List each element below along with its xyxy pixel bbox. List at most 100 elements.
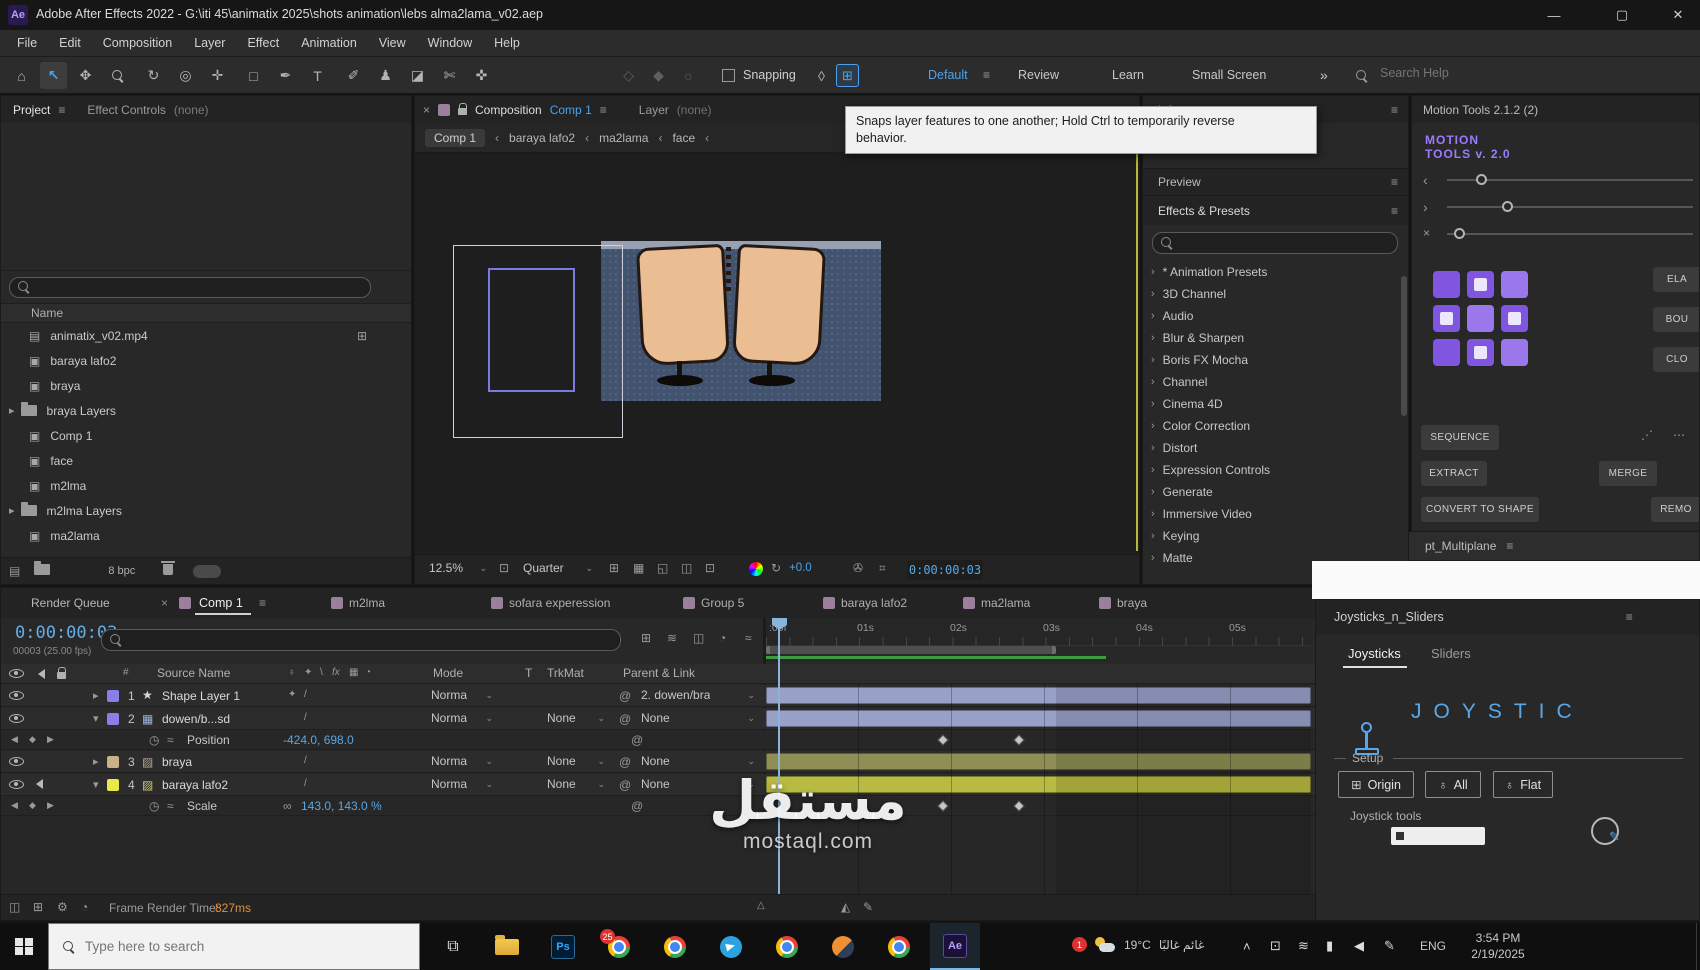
search-help-icon[interactable] bbox=[1356, 70, 1368, 85]
sequence-option-icon[interactable]: ⋯ bbox=[1673, 428, 1685, 442]
joysticks-panel-header[interactable]: Joysticks_n_Sliders ≡ bbox=[1316, 600, 1699, 634]
composition-panel-menu-icon[interactable]: ≡ bbox=[600, 103, 607, 117]
snapping-checkbox[interactable] bbox=[722, 69, 735, 82]
layer-duration-bar[interactable] bbox=[766, 687, 1311, 704]
effects-category[interactable]: ›Keying bbox=[1143, 525, 1408, 547]
type-tool-icon[interactable]: T bbox=[304, 62, 331, 89]
layer-duration-bar[interactable] bbox=[766, 776, 1311, 793]
link-dimensions-icon[interactable]: ∞ bbox=[283, 799, 292, 813]
breadcrumb-item[interactable]: baraya lafo2 bbox=[509, 131, 575, 145]
workspace-review[interactable]: Review bbox=[1018, 68, 1059, 82]
name-column-header[interactable]: Name bbox=[31, 306, 63, 320]
menu-edit[interactable]: Edit bbox=[48, 30, 92, 57]
expand-arrow-icon[interactable]: ▸ bbox=[9, 404, 15, 417]
motion-blur-toggle-icon[interactable]: ⚙ bbox=[57, 900, 68, 914]
brush-tool-icon[interactable]: ✐ bbox=[340, 62, 367, 89]
list-item[interactable]: ▸ m2lma Layers bbox=[1, 498, 411, 523]
list-item[interactable]: ▣ baraya lafo2 bbox=[1, 348, 411, 373]
effects-scrollbar[interactable] bbox=[1401, 276, 1407, 416]
effects-category[interactable]: ›Audio bbox=[1143, 305, 1408, 327]
puppet-pin-tool-icon[interactable]: ✜ bbox=[468, 62, 495, 89]
parent-select[interactable]: None⌄ bbox=[641, 777, 755, 791]
graph-include-icon[interactable]: ≈ bbox=[167, 733, 174, 747]
effects-category[interactable]: ›Expression Controls bbox=[1143, 459, 1408, 481]
taskbar-chrome-3[interactable] bbox=[762, 923, 812, 970]
menu-effect[interactable]: Effect bbox=[236, 30, 290, 57]
layer-color-swatch[interactable] bbox=[107, 690, 119, 702]
slider-knob[interactable] bbox=[1454, 228, 1465, 239]
preset-swatch[interactable] bbox=[1433, 271, 1460, 298]
pt-multiplane-header[interactable]: pt_Multiplane ≡ bbox=[1408, 531, 1700, 561]
pt-multiplane-menu-icon[interactable]: ≡ bbox=[1506, 539, 1513, 553]
remove-button[interactable]: REMO bbox=[1651, 497, 1700, 522]
keyframe-diamond[interactable] bbox=[1013, 800, 1024, 811]
current-time-indicator-line[interactable] bbox=[778, 618, 780, 894]
start-button[interactable] bbox=[0, 923, 48, 970]
add-keyframe-icon[interactable]: ◆ bbox=[29, 734, 36, 745]
blend-mode-select[interactable]: Norma⌄ bbox=[431, 754, 493, 768]
menu-view[interactable]: View bbox=[368, 30, 417, 57]
tab-effects-presets[interactable]: Effects & Presets bbox=[1158, 204, 1250, 218]
quality-switch-icon[interactable]: / bbox=[304, 778, 307, 789]
menu-animation[interactable]: Animation bbox=[290, 30, 368, 57]
frame-blend-switch-icon[interactable]: ▦ bbox=[349, 667, 358, 678]
visibility-eye-icon[interactable] bbox=[9, 691, 24, 700]
preset-swatch[interactable] bbox=[1433, 339, 1460, 366]
tray-display-icon[interactable]: ⊡ bbox=[1270, 938, 1281, 954]
visibility-eye-icon[interactable] bbox=[9, 714, 24, 723]
taskbar-chrome-2[interactable] bbox=[650, 923, 700, 970]
clone-stamp-tool-icon[interactable]: ♟ bbox=[372, 62, 399, 89]
collapse-switch-icon[interactable]: ✦ bbox=[304, 667, 312, 678]
region-of-interest-icon[interactable]: ⊞ bbox=[609, 561, 619, 575]
effects-category[interactable]: ›* Animation Presets bbox=[1143, 261, 1408, 283]
property-value[interactable]: 143.0, 143.0 % bbox=[301, 799, 382, 813]
breadcrumb-comp1[interactable]: Comp 1 bbox=[425, 129, 485, 147]
transparency-grid-icon[interactable]: ▦ bbox=[633, 561, 644, 575]
menu-layer[interactable]: Layer bbox=[183, 30, 236, 57]
timeline-ruler[interactable]: :00f 01s 02s 03s 04s 05s bbox=[766, 618, 1311, 646]
prev-keyframe-icon[interactable]: ◀ bbox=[11, 800, 18, 811]
taskbar-photoshop[interactable]: Ps bbox=[538, 923, 588, 970]
layer-duration-bar[interactable] bbox=[766, 753, 1311, 770]
all-button[interactable]: ♁All bbox=[1425, 771, 1481, 798]
zoom-mountain-icon[interactable]: ◭ bbox=[841, 900, 850, 914]
tab-sliders[interactable]: Sliders bbox=[1431, 646, 1471, 661]
prev-keyframe-icon[interactable]: ◀ bbox=[11, 734, 18, 745]
exposure-value[interactable]: +0.0 bbox=[789, 562, 812, 574]
list-item[interactable]: ▤ animatix_v02.mp4 ⊞ bbox=[1, 323, 411, 348]
tab-composition[interactable]: Composition bbox=[475, 103, 542, 117]
tray-expand-icon[interactable]: ˄ bbox=[1243, 939, 1251, 954]
pen-tool-icon[interactable]: ✒ bbox=[272, 62, 299, 89]
table-row[interactable]: ▾ 4 ▨ baraya lafo2 / Norma⌄ None⌄ @ None… bbox=[1, 774, 1317, 796]
resolution-select[interactable]: Quarter⌄ bbox=[523, 561, 593, 575]
expand-arrow-icon[interactable]: ▸ bbox=[93, 689, 99, 702]
blend-mode-select[interactable]: Norma⌄ bbox=[431, 711, 493, 725]
parent-pickwhip-icon[interactable]: @ bbox=[619, 689, 631, 703]
blend-mode-select[interactable]: Norma⌄ bbox=[431, 688, 493, 702]
parent-pickwhip-icon[interactable]: @ bbox=[619, 755, 631, 769]
trkmat-select[interactable]: None⌄ bbox=[547, 777, 605, 791]
list-item[interactable]: ▣ face bbox=[1, 448, 411, 473]
tray-volume-icon[interactable]: ◀ bbox=[1354, 938, 1364, 954]
fx-switch-icon[interactable]: fx bbox=[332, 667, 340, 678]
layer-duration-bar[interactable] bbox=[766, 710, 1311, 727]
property-label[interactable]: Scale bbox=[187, 799, 217, 813]
tab-ma2lama[interactable]: ma2lama bbox=[981, 596, 1030, 610]
motion-blur-icon[interactable]: ◔ bbox=[719, 631, 726, 645]
tab-effect-controls[interactable]: Effect Controls bbox=[87, 103, 165, 117]
taskbar-search-input[interactable] bbox=[85, 939, 385, 954]
flat-button[interactable]: ♁Flat bbox=[1493, 771, 1553, 798]
tray-notification-badge[interactable]: 1 bbox=[1072, 937, 1087, 952]
slider-knob[interactable] bbox=[1476, 174, 1487, 185]
tray-battery-icon[interactable]: ▮ bbox=[1326, 938, 1333, 954]
shy-layers-toggle-icon[interactable]: ◫ bbox=[9, 900, 20, 914]
motion-blur-switch-icon[interactable]: ◔ bbox=[365, 667, 371, 678]
workspace-menu-icon[interactable]: ≡ bbox=[983, 68, 990, 82]
safe-margins-icon[interactable]: ⊡ bbox=[499, 561, 509, 575]
lock-icon[interactable] bbox=[458, 108, 467, 115]
taskbar-chrome-4[interactable] bbox=[874, 923, 924, 970]
tray-pen-icon[interactable]: ✎ bbox=[1384, 938, 1395, 954]
preview-panel-header[interactable]: Preview ≡ bbox=[1143, 168, 1408, 195]
project-panel-menu-icon[interactable]: ≡ bbox=[58, 103, 65, 117]
expand-arrow-icon[interactable]: ▸ bbox=[9, 504, 15, 517]
